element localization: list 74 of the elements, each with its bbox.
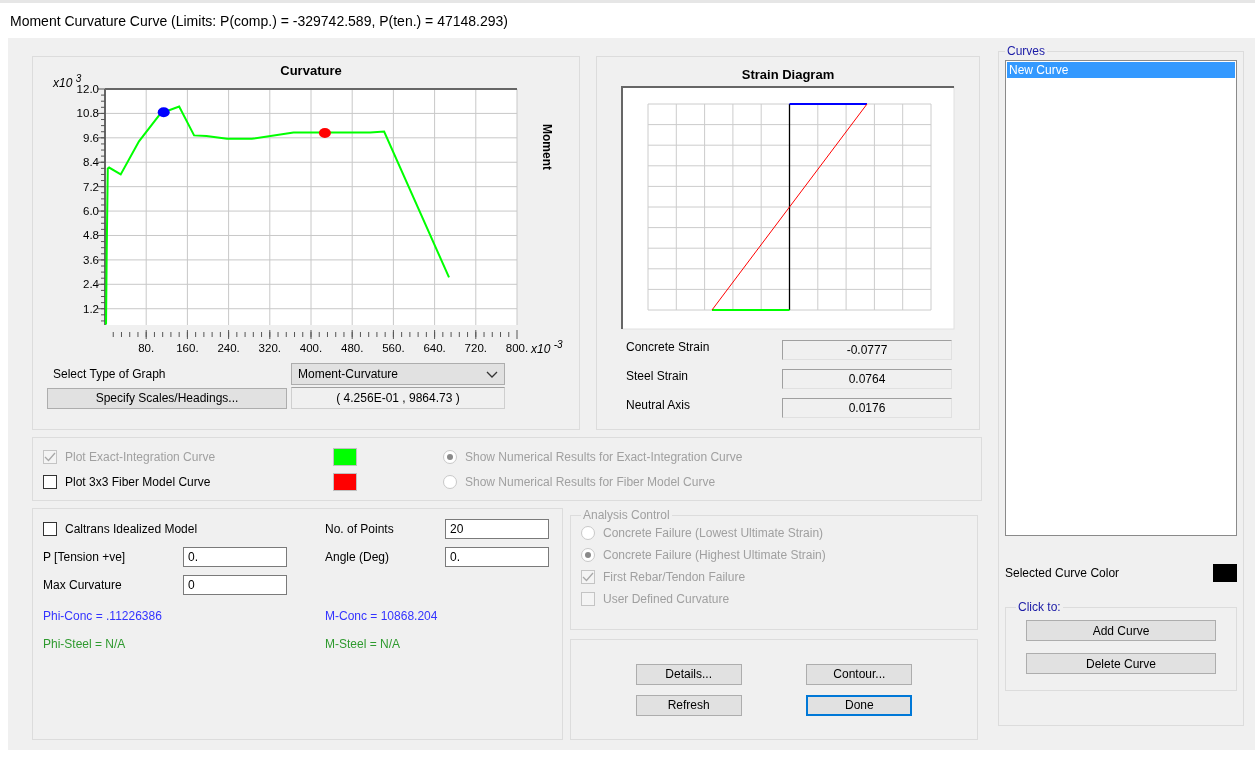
field-label: Angle (Deg) (325, 550, 391, 564)
x-tick-label: 320. (258, 342, 281, 354)
curve-button[interactable]: Add Curve (1026, 620, 1216, 641)
x-tick-label: 480. (341, 342, 364, 354)
field-label: No. of Points (325, 522, 395, 536)
graph-type-dropdown[interactable]: Moment-Curvature (291, 363, 505, 385)
checkbox[interactable] (43, 522, 57, 536)
checkbox[interactable] (43, 474, 57, 489)
result-text: M-Steel = N/A (325, 637, 402, 651)
dialog-button[interactable]: Refresh (635, 694, 742, 716)
radio-label: Show Numerical Results for Fiber Model Curve (465, 474, 716, 489)
y-tick-label: 7.2 (83, 180, 99, 193)
curve-color-swatch[interactable] (1213, 564, 1237, 582)
strain-value: 0.0764 (782, 369, 952, 389)
strain-title: Strain Diagram (741, 67, 835, 82)
option-label: User Defined Curvature (603, 592, 730, 606)
dialog-button[interactable]: Contour... (806, 663, 913, 685)
marker-dot (157, 107, 170, 118)
y-tick-label: 1.2 (83, 302, 99, 315)
group-title: Analysis Control (582, 508, 671, 522)
result-text: Phi-Conc = .11226386 (43, 609, 163, 623)
y-tick-label: 8.4 (83, 156, 99, 169)
color-label: Selected Curve Color (1005, 566, 1120, 580)
radio-label: Show Numerical Results for Exact-Integration Curve (465, 449, 743, 464)
group-title: Click to: (1017, 600, 1062, 614)
input-field[interactable]: 0. (183, 547, 287, 567)
checkbox-label: Plot Exact-Integration Curve (65, 449, 216, 464)
x-tick-label: 800. (505, 342, 529, 354)
x-tick-label: 80. (138, 342, 155, 354)
strain-label: Steel Strain (625, 369, 690, 385)
chevron-icon (486, 370, 498, 378)
checkbox-label: Plot 3x3 Fiber Model Curve (65, 474, 211, 489)
y-tick-label: 3.6 (83, 253, 99, 266)
strain-label: Neutral Axis (625, 398, 692, 414)
option-label: First Rebar/Tendon Failure (603, 570, 746, 584)
graph-type-label: Select Type of Graph (52, 367, 167, 381)
field-label: P [Tension +ve] (43, 550, 127, 564)
dialog-button[interactable]: Done (806, 694, 913, 716)
y-tick-label: 6.0 (83, 205, 99, 218)
y-tick-label: 12.0 (76, 83, 99, 95)
window-title: Moment Curvature Curve (Limits: P(comp.) = -329742.589, P(ten.) = 47148.293) (10, 12, 508, 29)
field-label: Max Curvature (43, 578, 123, 592)
y-tick-label: 4.8 (83, 229, 99, 242)
input-field[interactable]: 0 (183, 575, 287, 595)
strain-value: 0.0176 (782, 398, 952, 418)
x-tick-label: 400. (299, 342, 323, 354)
x-tick-label: 560. (382, 342, 405, 354)
specify-scales-button[interactable]: Specify Scales/Headings... (47, 387, 287, 409)
result-text: M-Conc = 10868.204 (325, 609, 439, 623)
group-title: Curves (1006, 44, 1046, 58)
y-axis-title: Moment (540, 124, 554, 170)
chart-title: Curvature (280, 63, 342, 78)
x-tick-label: 720. (464, 342, 487, 354)
curve-color-swatch[interactable] (333, 472, 357, 491)
y-tick-label: 9.6 (83, 131, 99, 144)
option-label: Concrete Failure (Lowest Ultimate Strain) (603, 526, 824, 540)
input-field[interactable]: 20 (445, 519, 549, 539)
strain-value: -0.0777 (782, 340, 952, 360)
y-tick-label: 10.8 (76, 107, 99, 120)
result-text: Phi-Steel = N/A (43, 637, 127, 651)
x-tick-label: 640. (423, 342, 446, 354)
strain-label: Concrete Strain (625, 340, 711, 356)
cursor-reading: ( 4.256E-01 , 9864.73 ) (291, 387, 505, 409)
y-tick-label: 2.4 (83, 278, 99, 291)
input-field[interactable]: 0. (445, 547, 549, 567)
dialog-button[interactable]: Details... (635, 663, 742, 685)
option-label: Concrete Failure (Highest Ultimate Strain) (603, 548, 826, 562)
curve-button[interactable]: Delete Curve (1026, 653, 1216, 674)
radio-button[interactable] (443, 474, 457, 489)
checkbox-label: Caltrans Idealized Model (65, 522, 198, 536)
x-tick-label: 160. (176, 342, 199, 354)
x-tick-label: 240. (217, 342, 240, 354)
marker-dot (318, 127, 331, 138)
x-scale-label: x10 $^{-3}$ (531, 339, 563, 356)
